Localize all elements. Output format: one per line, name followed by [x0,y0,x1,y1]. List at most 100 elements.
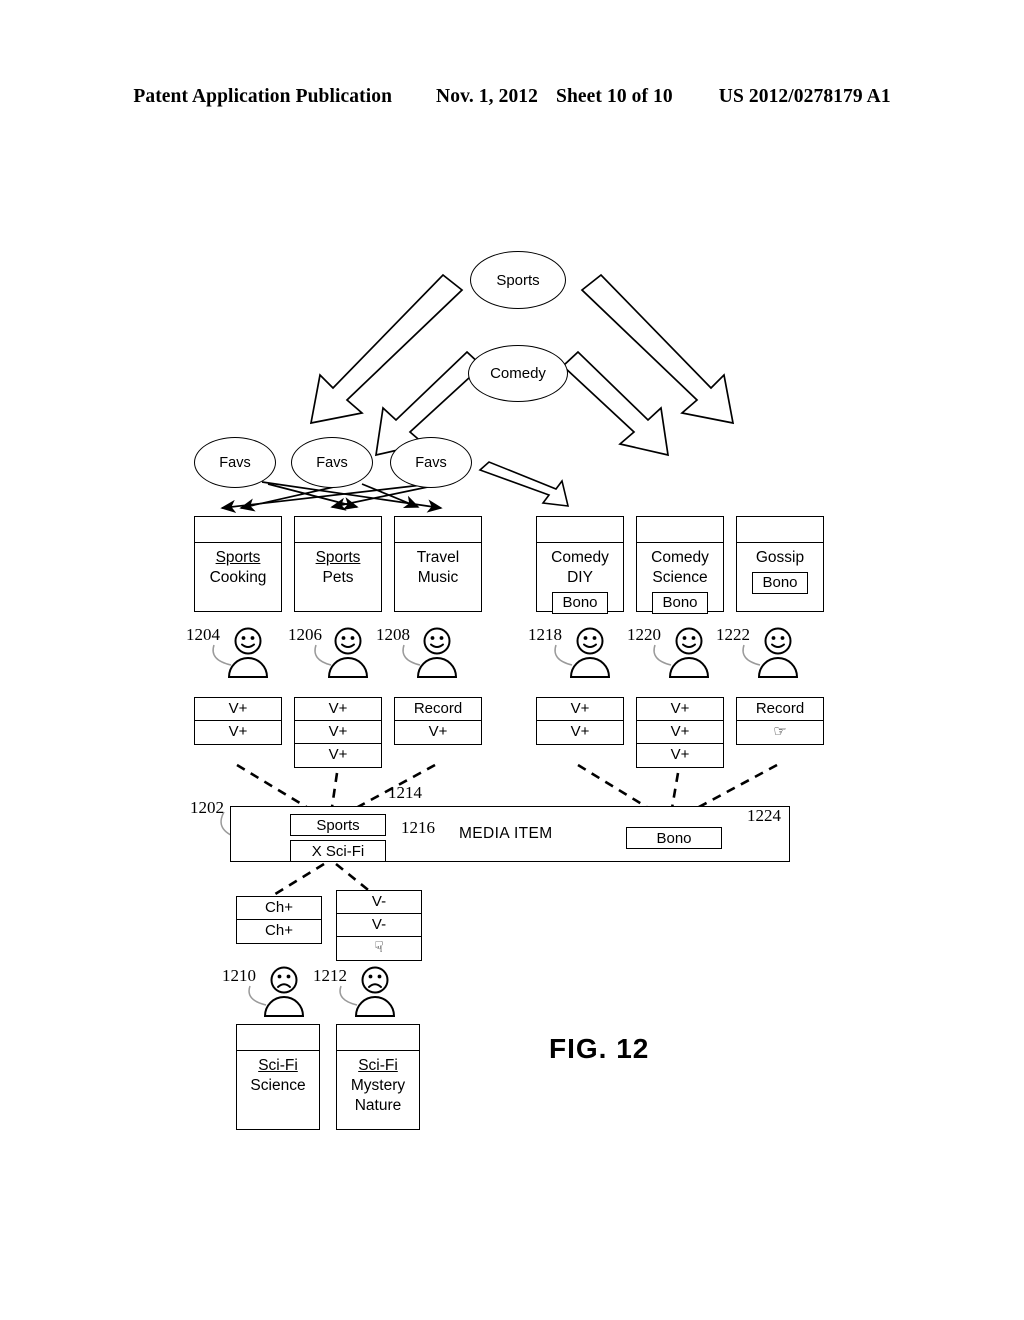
action-stack-1212: V- V- ☟ [336,890,422,961]
action-item-vote-up: V+ [637,721,723,744]
profile-line-primary: Comedy [551,549,609,566]
figure-caption: FIG. 12 [549,1033,650,1064]
profile-line-secondary: Pets [322,569,354,586]
profile-line-primary: Sci-Fi [358,1057,398,1074]
action-stack-1220: V+ V+ V+ [636,697,724,768]
profile-box-sports-cooking: Sports Cooking [194,516,282,612]
action-item-vote-up: V+ [295,721,381,744]
action-item-record: Record [395,698,481,721]
profile-line-secondary: Science [652,569,708,586]
patent-figure-page: Patent Application Publication Nov. 1, 2… [0,0,1024,1320]
refnum-1216: 1216 [401,818,435,837]
profile-badge-bono: Bono [752,572,808,594]
profile-line-primary: Sports [315,549,361,566]
profile-box-body: Comedy Science Bono [637,543,723,614]
action-stack-1210: Ch+ Ch+ [236,896,322,944]
profile-box-header [395,517,481,543]
refnum-1202: 1202 [190,798,224,817]
refnum-1220: 1220 [627,625,661,644]
profile-line-secondary: Mystery [350,1077,406,1094]
action-item-vote-up: V+ [637,698,723,721]
profile-badge-bono: Bono [552,592,608,614]
sheet-number: Sheet 10 of 10 [556,86,673,107]
refnum-1204: 1204 [186,625,220,644]
profile-badge-bono: Bono [652,592,708,614]
publication-title: Patent Application Publication [133,86,393,107]
action-item-vote-up: V+ [537,698,623,721]
refnum-1212: 1212 [313,966,347,985]
refnum-1222: 1222 [716,625,750,644]
profile-box-header [237,1025,319,1051]
person-icon-happy-1204 [226,627,270,678]
action-stack-1222: Record ☞ [736,697,824,745]
ellipse-sports: Sports [470,251,566,309]
profile-box-scifi-mystery-nature: Sci-Fi Mystery Nature [336,1024,420,1130]
person-icon-happy-1208 [415,627,459,678]
ellipse-comedy-label: Comedy [490,365,546,382]
profile-box-header [295,517,381,543]
refnum-1218: 1218 [528,625,562,644]
action-item-vote-up: V+ [570,723,590,740]
action-stack-1208: Record V+ [394,697,482,745]
profile-box-body: Gossip Bono [737,543,823,594]
action-item-vote-up: V+ [428,723,448,740]
media-item-label: MEDIA ITEM [459,825,553,842]
action-item-thumb-up: ☞ [737,721,823,744]
refnum-1210: 1210 [222,966,256,985]
action-item-vote-up: V+ [228,723,248,740]
profile-line-secondary: DIY [567,569,593,586]
profile-box-header [195,517,281,543]
action-stack-1218: V+ V+ [536,697,624,745]
action-stack-1204: V+ V+ [194,697,282,745]
block-arrow-sports-right [580,273,735,425]
profile-line-secondary: Music [417,569,459,586]
refnum-1214: 1214 [388,783,422,802]
profile-line-secondary: Science [250,1077,306,1094]
profile-box-body: Travel Music [395,543,481,588]
ellipse-sports-label: Sports [496,271,540,289]
action-item-channel-up: Ch+ [237,897,321,920]
media-tag-sci-fi: X Sci-Fi [290,840,386,862]
block-arrow-comedy-right [561,350,670,457]
person-icon-happy-1222 [756,627,800,678]
profile-box-sports-pets: Sports Pets [294,516,382,612]
action-item-vote-down: V- [337,891,421,914]
profile-line-primary: Sci-Fi [258,1057,298,1074]
action-item-vote-up: V+ [195,698,281,721]
block-arrow-favs-right [478,461,570,507]
person-icon-happy-1220 [667,627,711,678]
action-item-vote-up: V+ [670,746,690,763]
profile-box-gossip: Gossip Bono [736,516,824,612]
profile-box-body: Sci-Fi Mystery Nature [337,1051,419,1116]
profile-box-body: Comedy DIY Bono [537,543,623,614]
person-icon-happy-1218 [568,627,612,678]
media-tag-sports: Sports [290,814,386,836]
profile-box-travel-music: Travel Music [394,516,482,612]
action-item-record: Record [737,698,823,721]
action-item-vote-up: V+ [328,746,348,763]
profile-line-primary: Comedy [651,549,709,566]
profile-box-comedy-science: Comedy Science Bono [636,516,724,614]
profile-line-primary: Sports [215,549,261,566]
hand-up-icon: ☞ [773,723,787,740]
profile-box-body: Sci-Fi Science [237,1051,319,1096]
refnum-1208: 1208 [376,625,410,644]
profile-line-tertiary: Nature [354,1097,402,1114]
hand-down-icon: ☟ [374,939,384,956]
action-item-thumb-down: ☟ [337,937,421,960]
ellipse-favs-1: Favs [194,437,276,488]
profile-box-body: Sports Pets [295,543,381,588]
ellipse-favs-3: Favs [390,437,472,488]
action-stack-1206: V+ V+ V+ [294,697,382,768]
person-icon-happy-1206 [326,627,370,678]
media-item-bar: Sports X Sci-Fi MEDIA ITEM Bono [230,806,790,862]
person-icon-sad-1210 [262,966,306,1017]
diagram-connectors [212,273,778,1006]
profile-box-header [337,1025,419,1051]
action-item-vote-down: V- [337,914,421,937]
ellipse-favs-1-label: Favs [219,454,251,471]
publication-date: Nov. 1, 2012 [436,86,538,107]
refnum-1206: 1206 [288,625,322,644]
ellipse-favs-2: Favs [291,437,373,488]
action-item-vote-up: V+ [295,698,381,721]
